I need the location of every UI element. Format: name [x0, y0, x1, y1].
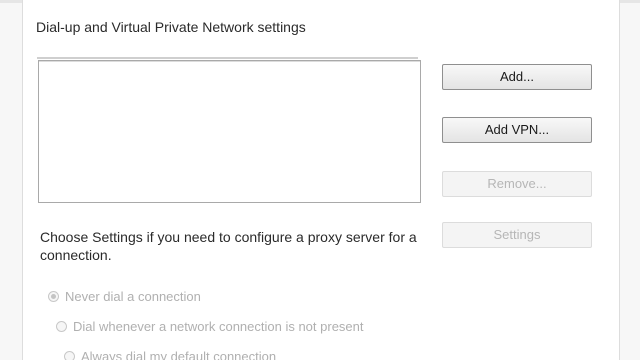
never-dial-option[interactable]: Never dial a connection: [48, 287, 201, 305]
add-button[interactable]: Add...: [442, 64, 592, 90]
never-dial-label: Never dial a connection: [65, 288, 201, 304]
dial-whenever-label: Dial whenever a network connection is no…: [73, 318, 364, 334]
internet-options-connections-page: Dial-up and Virtual Private Network sett…: [0, 0, 640, 360]
radio-icon[interactable]: [56, 320, 67, 332]
connections-list[interactable]: [37, 57, 421, 203]
always-dial-option[interactable]: Always dial my default connection: [64, 347, 276, 360]
section-title: Dial-up and Virtual Private Network sett…: [36, 19, 306, 35]
radio-icon[interactable]: [48, 290, 59, 302]
always-dial-label: Always dial my default connection: [81, 348, 277, 360]
add-vpn-button[interactable]: Add VPN...: [442, 117, 592, 143]
settings-button[interactable]: Settings: [442, 222, 592, 248]
help-text: Choose Settings if you need to configure…: [40, 229, 417, 263]
remove-button[interactable]: Remove...: [442, 171, 592, 197]
radio-icon[interactable]: [64, 350, 75, 360]
dial-whenever-option[interactable]: Dial whenever a network connection is no…: [56, 317, 364, 335]
